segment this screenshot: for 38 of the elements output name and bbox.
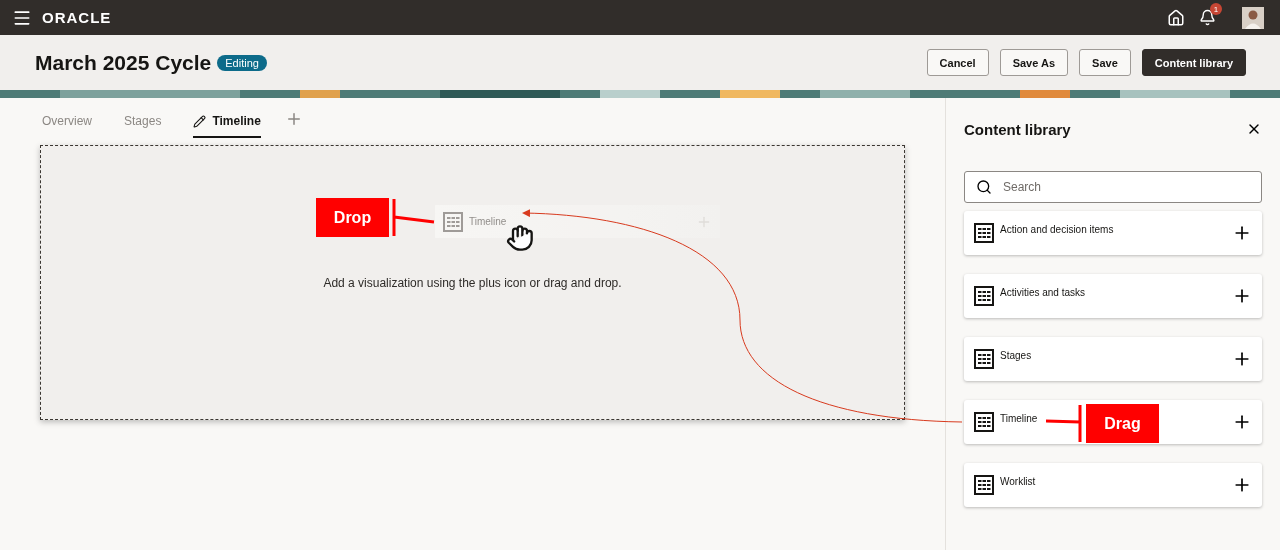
notification-count: 1 xyxy=(1210,3,1222,15)
item-label: Activities and tasks xyxy=(1000,286,1087,298)
secondary-button[interactable]: Save xyxy=(1079,49,1131,76)
notification-icon[interactable] xyxy=(1199,9,1216,26)
callout-label: Drag xyxy=(1086,404,1159,443)
panel-title: Content library xyxy=(964,120,1071,138)
library-item[interactable]: Timeline Drag xyxy=(964,400,1262,444)
table-icon xyxy=(443,211,463,232)
item-label: Stages xyxy=(1000,349,1033,361)
item-label: Timeline xyxy=(1000,412,1039,424)
table-icon xyxy=(974,223,994,243)
tab[interactable]: Overview xyxy=(42,114,92,138)
library-item[interactable]: Action and decision items xyxy=(964,211,1262,255)
page-title: March 2025 Cycle xyxy=(35,50,212,75)
table-icon xyxy=(974,412,994,432)
item-label: Worklist xyxy=(1000,475,1037,487)
table-icon xyxy=(974,349,994,369)
drag-preview-label: Timeline xyxy=(469,216,507,227)
avatar[interactable] xyxy=(1242,6,1264,29)
hand-cursor-icon xyxy=(506,224,534,252)
secondary-button[interactable]: Save As xyxy=(999,49,1069,76)
library-item[interactable]: Activities and tasks xyxy=(964,274,1262,318)
library-item[interactable]: Stages xyxy=(964,337,1262,381)
search-field[interactable]: Search xyxy=(964,171,1262,203)
search-icon xyxy=(976,179,992,195)
table-icon xyxy=(974,286,994,306)
secondary-button[interactable]: Cancel xyxy=(926,49,989,76)
library-item[interactable]: Worklist xyxy=(964,463,1262,507)
table-icon xyxy=(974,475,994,495)
logo: ORACLE xyxy=(42,9,112,26)
primary-button[interactable]: Content library xyxy=(1141,49,1246,76)
tab[interactable]: Stages xyxy=(124,114,162,138)
item-label: Action and decision items xyxy=(1000,223,1115,235)
callout-label: Drop xyxy=(316,198,389,237)
empty-hint: Add a visualization using the plus icon or drag and drop. xyxy=(322,276,623,290)
tab[interactable]: Timeline xyxy=(193,114,261,138)
status-badge: Editing xyxy=(217,54,267,71)
home-icon[interactable] xyxy=(1167,8,1185,27)
